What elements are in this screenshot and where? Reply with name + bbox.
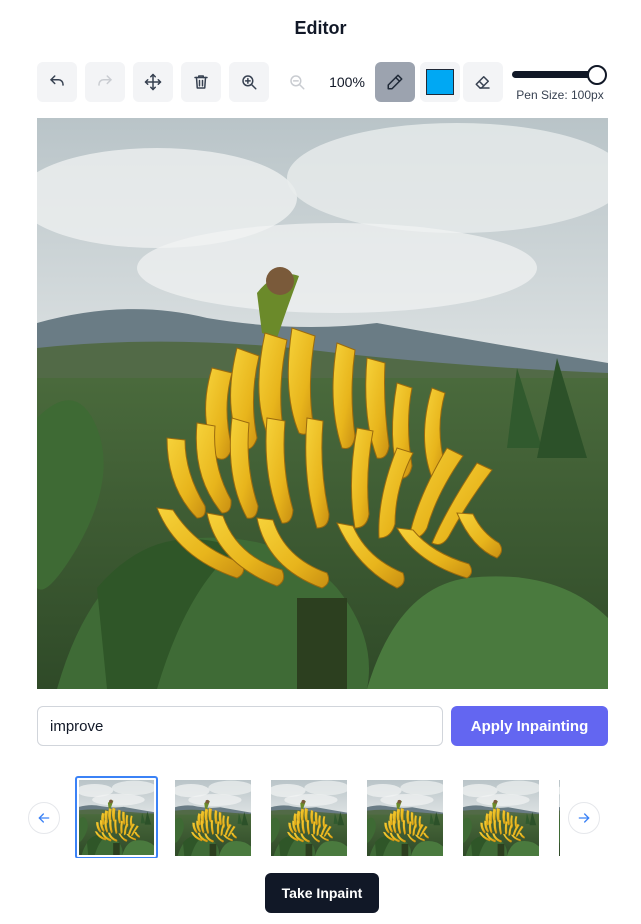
gallery-next-button[interactable] bbox=[568, 802, 600, 834]
thumbnail-image bbox=[367, 780, 443, 856]
banana-image bbox=[37, 118, 608, 689]
move-icon bbox=[144, 73, 162, 91]
thumbnail-item[interactable] bbox=[367, 780, 443, 856]
gallery-prev-button[interactable] bbox=[28, 802, 60, 834]
eraser-button[interactable] bbox=[463, 62, 503, 102]
delete-button[interactable] bbox=[181, 62, 221, 102]
move-button[interactable] bbox=[133, 62, 173, 102]
prompt-input[interactable] bbox=[37, 706, 443, 746]
page-title: Editor bbox=[294, 18, 347, 38]
thumbnail-item[interactable] bbox=[271, 780, 347, 856]
pen-tool-button[interactable] bbox=[375, 62, 415, 102]
thumbnail-item-partial[interactable] bbox=[559, 780, 560, 856]
take-inpaint-button[interactable]: Take Inpaint bbox=[265, 873, 379, 913]
thumbnail-image bbox=[175, 780, 251, 856]
undo-icon bbox=[50, 75, 64, 86]
arrow-left-icon bbox=[38, 813, 50, 823]
pen-size-slider[interactable] bbox=[510, 64, 608, 86]
zoom-level: 100% bbox=[329, 74, 365, 90]
color-swatch bbox=[426, 69, 454, 95]
pen-size-label: Pen Size: 100px bbox=[516, 88, 604, 102]
slider-track bbox=[512, 71, 598, 78]
trash-icon bbox=[194, 75, 208, 89]
thumbnail-item[interactable] bbox=[463, 780, 539, 856]
thumbnail-image bbox=[463, 780, 539, 856]
thumbnail-image bbox=[271, 780, 347, 856]
thumbnail-image bbox=[79, 780, 154, 855]
zoom-in-icon bbox=[242, 75, 257, 90]
image-canvas[interactable] bbox=[37, 118, 608, 689]
apply-inpainting-button[interactable]: Apply Inpainting bbox=[451, 706, 608, 746]
undo-button[interactable] bbox=[37, 62, 77, 102]
thumbnail-item-selected[interactable] bbox=[75, 776, 158, 858]
thumbnail-item[interactable] bbox=[175, 780, 251, 856]
thumbnail-gallery bbox=[75, 776, 560, 858]
zoom-in-button[interactable] bbox=[229, 62, 269, 102]
redo-button[interactable] bbox=[85, 62, 125, 102]
thumbnail-image bbox=[559, 780, 560, 856]
redo-icon bbox=[98, 75, 112, 86]
zoom-out-icon bbox=[290, 75, 305, 90]
zoom-out-button[interactable] bbox=[277, 62, 317, 102]
arrow-right-icon bbox=[578, 813, 590, 823]
slider-thumb[interactable] bbox=[587, 65, 607, 85]
color-picker[interactable] bbox=[420, 62, 460, 102]
pencil-icon bbox=[387, 74, 403, 90]
eraser-icon bbox=[475, 76, 490, 89]
